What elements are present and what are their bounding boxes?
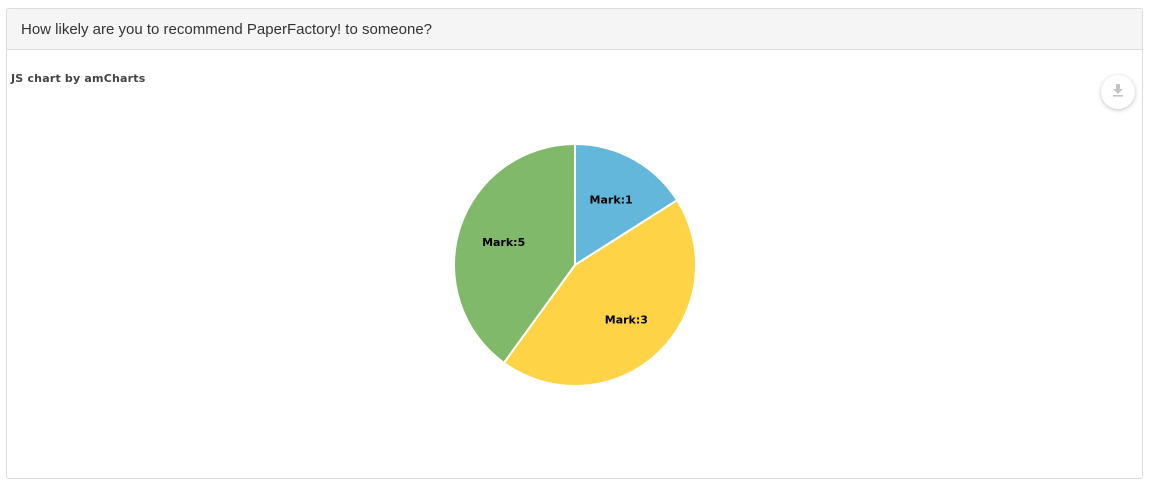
panel-heading: How likely are you to recommend PaperFac… [7,9,1142,50]
slice-label-mark-5: Mark:5 [482,236,525,249]
panel-title: How likely are you to recommend PaperFac… [21,20,433,38]
slice-label-mark-1: Mark:1 [590,193,633,206]
slice-label-mark-3: Mark:3 [605,314,648,327]
survey-panel: How likely are you to recommend PaperFac… [6,8,1143,479]
pie-chart: Mark:1 Mark:3 Mark:5 [453,142,697,387]
chart-area: JS chart by amCharts Mark:1 Mark:3 Mark:5 [7,50,1142,478]
